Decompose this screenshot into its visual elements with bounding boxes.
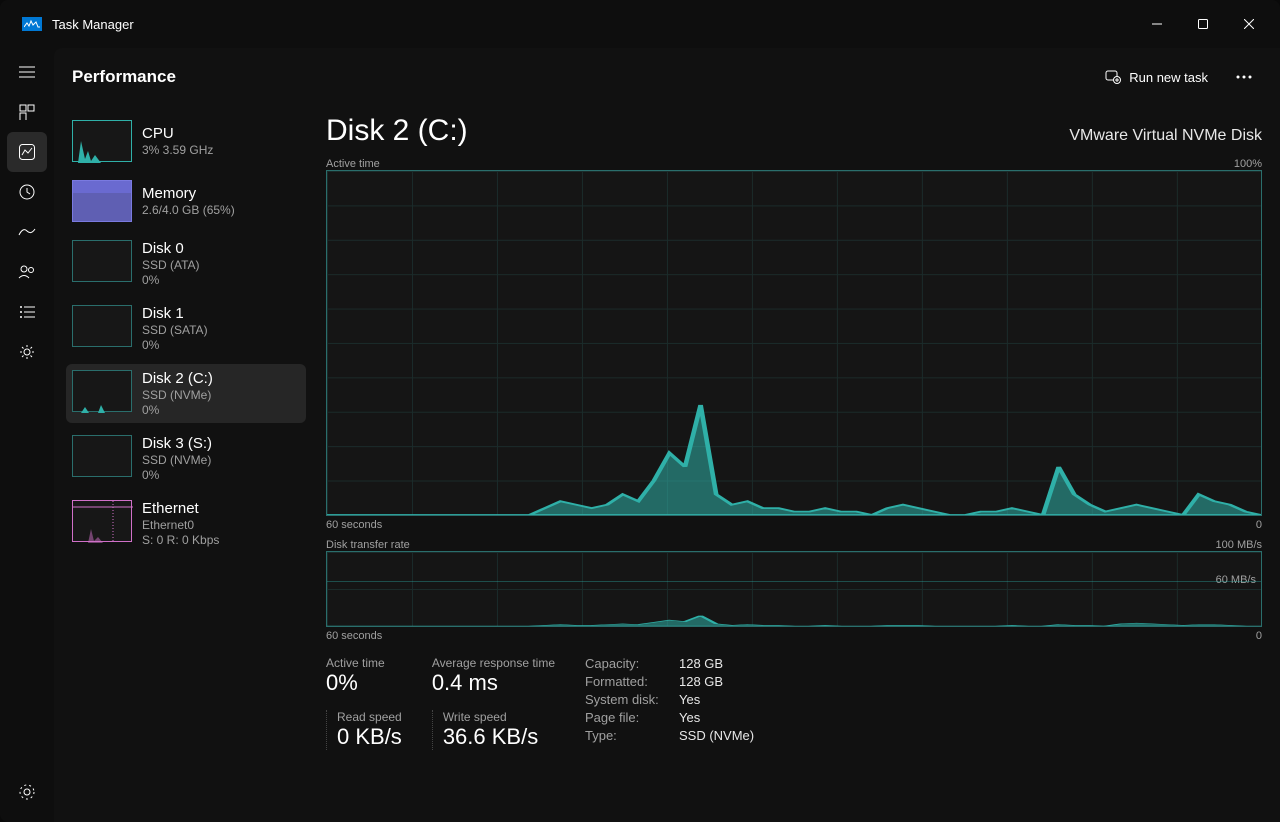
resource-title: Memory [142, 185, 235, 202]
close-button[interactable] [1226, 4, 1272, 44]
pagefile-key: Page file: [585, 710, 669, 725]
nav-details-icon[interactable] [7, 292, 47, 332]
nav-apphistory-icon[interactable] [7, 172, 47, 212]
resource-thumb [72, 370, 132, 412]
more-button[interactable] [1226, 61, 1262, 93]
run-new-task-button[interactable]: Run new task [1095, 62, 1218, 93]
hamburger-icon[interactable] [7, 52, 47, 92]
resource-item-cpu[interactable]: CPU3% 3.59 GHz [66, 114, 306, 168]
chart1-label: Active time [326, 158, 380, 170]
resource-sub2: 0% [142, 403, 213, 417]
resource-item-memory[interactable]: Memory2.6/4.0 GB (65%) [66, 174, 306, 228]
resource-sub1: SSD (NVMe) [142, 388, 213, 402]
titlebar: Task Manager [0, 0, 1280, 48]
minimize-button[interactable] [1134, 4, 1180, 44]
resource-thumb [72, 435, 132, 477]
nav-startup-icon[interactable] [7, 212, 47, 252]
write-speed-value: 36.6 KB/s [443, 724, 538, 750]
resource-sub1: SSD (ATA) [142, 258, 200, 272]
chart2-label: Disk transfer rate [326, 539, 410, 551]
avg-resp-label: Average response time [432, 656, 555, 670]
resource-sub1: 3% 3.59 GHz [142, 143, 213, 157]
resource-item-disk-1[interactable]: Disk 1SSD (SATA)0% [66, 299, 306, 358]
capacity-key: Capacity: [585, 656, 669, 671]
resource-item-disk-2-c-[interactable]: Disk 2 (C:)SSD (NVMe)0% [66, 364, 306, 423]
resource-sub2: S: 0 R: 0 Kbps [142, 533, 219, 547]
resource-thumb [72, 240, 132, 282]
type-key: Type: [585, 728, 669, 743]
resource-sub2: 0% [142, 338, 208, 352]
formatted-val: 128 GB [679, 674, 754, 689]
active-time-chart[interactable] [326, 170, 1262, 516]
transfer-rate-chart[interactable]: 60 MB/s [326, 551, 1262, 627]
run-task-label: Run new task [1129, 70, 1208, 85]
chart2-range-end: 0 [1256, 630, 1262, 642]
resource-title: Disk 3 (S:) [142, 435, 212, 452]
chart1-range-end: 0 [1256, 519, 1262, 531]
capacity-val: 128 GB [679, 656, 754, 671]
resource-title: Disk 0 [142, 240, 200, 257]
avg-resp-value: 0.4 ms [432, 670, 555, 696]
nav-processes-icon[interactable] [7, 92, 47, 132]
nav-services-icon[interactable] [7, 332, 47, 372]
resource-title: CPU [142, 125, 213, 142]
resource-sub1: Ethernet0 [142, 518, 219, 532]
resource-item-ethernet[interactable]: EthernetEthernet0S: 0 R: 0 Kbps [66, 494, 306, 553]
resource-sub2: 0% [142, 273, 200, 287]
chart1-range-start: 60 seconds [326, 519, 382, 531]
chart1-max: 100% [1234, 158, 1262, 170]
page-title: Performance [72, 67, 176, 87]
disk-model: VMware Virtual NVMe Disk [1069, 127, 1262, 145]
nav-rail [0, 48, 54, 822]
resource-list: CPU3% 3.59 GHz Memory2.6/4.0 GB (65%) Disk… [66, 114, 306, 804]
chart2-range-start: 60 seconds [326, 630, 382, 642]
resource-thumb [72, 500, 132, 542]
active-time-label: Active time [326, 656, 402, 670]
read-speed-value: 0 KB/s [337, 724, 402, 750]
sysdisk-key: System disk: [585, 692, 669, 707]
resource-title: Ethernet [142, 500, 219, 517]
resource-thumb [72, 305, 132, 347]
write-speed-label: Write speed [443, 710, 538, 724]
formatted-key: Formatted: [585, 674, 669, 689]
nav-users-icon[interactable] [7, 252, 47, 292]
pagefile-val: Yes [679, 710, 754, 725]
chart2-max: 100 MB/s [1216, 539, 1262, 551]
nav-performance-icon[interactable] [7, 132, 47, 172]
active-time-value: 0% [326, 670, 402, 696]
window-title: Task Manager [52, 17, 134, 32]
detail-panel: Disk 2 (C:) VMware Virtual NVMe Disk Act… [326, 114, 1262, 804]
resource-thumb [72, 180, 132, 222]
sysdisk-val: Yes [679, 692, 754, 707]
settings-icon[interactable] [7, 772, 47, 812]
read-speed-label: Read speed [337, 710, 402, 724]
resource-sub1: SSD (SATA) [142, 323, 208, 337]
run-task-icon [1105, 68, 1121, 87]
resource-sub2: 0% [142, 468, 212, 482]
type-val: SSD (NVMe) [679, 728, 754, 743]
resource-sub1: 2.6/4.0 GB (65%) [142, 203, 235, 217]
resource-thumb [72, 120, 132, 162]
resource-title: Disk 2 (C:) [142, 370, 213, 387]
resource-item-disk-3-s-[interactable]: Disk 3 (S:)SSD (NVMe)0% [66, 429, 306, 488]
maximize-button[interactable] [1180, 4, 1226, 44]
disk-title: Disk 2 (C:) [326, 114, 468, 148]
resource-item-disk-0[interactable]: Disk 0SSD (ATA)0% [66, 234, 306, 293]
resource-sub1: SSD (NVMe) [142, 453, 212, 467]
resource-title: Disk 1 [142, 305, 208, 322]
app-icon [22, 17, 42, 31]
